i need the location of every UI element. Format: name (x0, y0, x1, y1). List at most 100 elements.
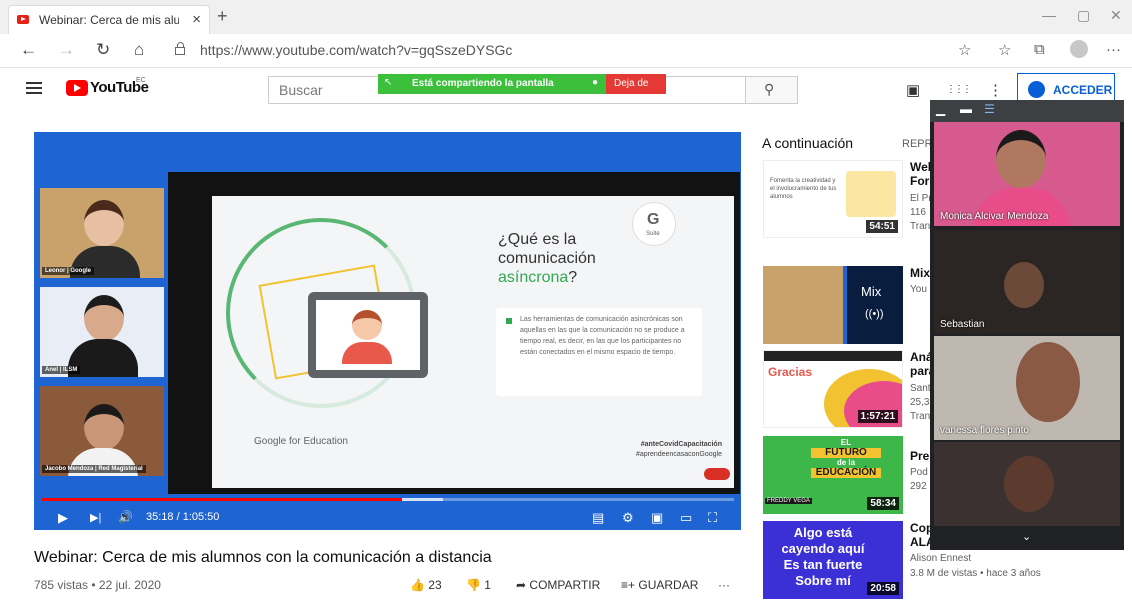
country-code: EC (136, 77, 146, 84)
shield-icon: ● (592, 77, 599, 88)
settings-gear-icon[interactable]: ⚙ (622, 510, 634, 526)
save-button[interactable]: ≡+ GUARDAR (621, 578, 698, 592)
url-field[interactable]: https://www.youtube.com/watch?v=gqSszeDY… (200, 42, 512, 58)
slide-title-green: asíncrona (498, 269, 569, 286)
thumbnail-3[interactable]: Gracias 1:57:21 (763, 350, 903, 428)
pointer-icon: ↖ (384, 77, 393, 88)
minimize-panel-icon[interactable]: ▁ (936, 102, 945, 116)
related-views-1: 116 (910, 207, 926, 218)
list-layout-icon[interactable]: ☰ (984, 102, 995, 116)
minimize-button[interactable]: — (1042, 7, 1056, 23)
collections-icon[interactable]: ⧉ (1034, 41, 1045, 58)
related-views-4: 292 (910, 481, 927, 492)
related-badge-3: Tran (910, 411, 931, 422)
thumbnail-2-image (763, 266, 843, 344)
subtitles-icon[interactable]: ▤ (592, 510, 604, 526)
participant-head (996, 130, 1046, 188)
speaker-head (84, 295, 124, 341)
refresh-button[interactable]: ↻ (96, 40, 110, 60)
thumbnail-4-line2: FUTURO (811, 448, 881, 458)
forward-button[interactable]: → (58, 40, 75, 60)
playlist-add-icon: ≡+ (621, 578, 636, 592)
settings-menu-icon[interactable]: ⋮ (988, 81, 1003, 99)
speaker-torso (68, 448, 138, 476)
gsuite-suite: Suite (646, 231, 660, 237)
thumbnail-5-text: Algo está cayendo aquí Es tan fuerte Sob… (781, 525, 865, 588)
thumbnail-1[interactable]: Fomenta la creatividad y el involucramie… (763, 160, 903, 238)
thumbnail-3-caption: Gracias (768, 365, 813, 379)
back-button[interactable]: ← (20, 40, 37, 60)
hamburger-menu-icon[interactable] (26, 82, 42, 94)
thumbnail-4-presenter: FREDDY VEGA (765, 498, 812, 504)
share-arrow-icon: ➦ (516, 578, 527, 592)
browser-menu-icon[interactable]: ··· (1106, 41, 1121, 58)
google-for-education-label: Google for Education (254, 436, 348, 447)
next-icon[interactable]: ▶| (90, 511, 101, 524)
fullscreen-icon[interactable]: ⛶ (708, 510, 717, 526)
participant-tile-1[interactable]: Monica Alcivar Mendoza (934, 122, 1120, 226)
browser-tab[interactable]: Webinar: Cerca de mis alumnos c × (8, 5, 210, 34)
tab-close-icon[interactable]: × (192, 11, 201, 28)
related-channel-2: You (910, 284, 927, 295)
tile-layout-icon[interactable]: ▬ (960, 102, 972, 116)
thumbnail-1-caption: Fomenta la creatividad y el involucramie… (770, 178, 837, 200)
slide-paragraph: Las herramientas de comunicación asincró… (496, 308, 702, 396)
thumbs-up-icon: 👍 (410, 578, 425, 592)
more-actions-button[interactable]: ··· (718, 578, 730, 592)
slide-hashtag-1: #anteCovidCapacitación (640, 441, 722, 448)
participant-head (1016, 342, 1080, 422)
related-badge-1: Tran (910, 221, 931, 232)
lock-icon (175, 42, 185, 55)
meet-participants-panel: ▁ ▬ ☰ Monica Alcivar Mendoza Sebastian v… (930, 100, 1124, 550)
slide-person-face (352, 310, 382, 340)
share-button[interactable]: ➦ COMPARTIR (516, 578, 600, 592)
new-tab-button[interactable]: + (217, 6, 228, 27)
slide-title: ¿Qué es la comunicación asíncrona? (498, 230, 638, 287)
speaker-head (84, 200, 124, 246)
youtube-logo-icon[interactable] (66, 80, 88, 96)
thumbnail-3-bar (764, 351, 902, 361)
theater-mode-icon[interactable]: ▭ (680, 510, 692, 526)
participant-name: vanessa flores pinto (940, 425, 1029, 436)
meet-panel-toolbar: ▁ ▬ ☰ (930, 100, 1124, 122)
participant-tile-3[interactable]: vanessa flores pinto (934, 336, 1120, 440)
favorites-bar-icon[interactable]: ☆ (998, 41, 1011, 59)
duration-badge: 58:34 (867, 497, 899, 510)
radio-icon: ((•)) (865, 308, 884, 320)
progress-buffered (401, 498, 444, 501)
favorite-star-icon[interactable]: ☆ (958, 41, 971, 59)
slide-hashtags: #anteCovidCapacitación #aprendeencasacon… (602, 440, 722, 460)
like-button[interactable]: 👍 23 (410, 578, 442, 592)
stop-sharing-button[interactable]: Deja de (606, 74, 666, 94)
chevron-down-icon[interactable]: ⌄ (1022, 530, 1031, 543)
slide-badge (704, 468, 730, 480)
home-button[interactable]: ⌂ (134, 40, 144, 60)
participant-head (1004, 262, 1044, 308)
maximize-button[interactable]: ▢ (1077, 7, 1090, 24)
speaker-head (84, 404, 124, 450)
participant-tile-4[interactable] (934, 442, 1120, 526)
close-window-button[interactable]: ✕ (1110, 7, 1122, 24)
account-icon (1028, 81, 1045, 98)
dislike-button[interactable]: 👎 1 (466, 578, 491, 592)
play-icon[interactable]: ▶ (58, 510, 68, 526)
thumbnail-4[interactable]: EL FUTURO de la EDUCACIÓN FREDDY VEGA 58… (763, 436, 903, 514)
slide-hashtag-2: #aprendeencasaconGoogle (635, 451, 722, 458)
save-label: GUARDAR (638, 578, 699, 592)
miniplayer-icon[interactable]: ▣ (651, 510, 663, 526)
browser-tab-bar: Webinar: Cerca de mis alumnos c × + — ▢ … (0, 0, 1132, 34)
participant-name: Sebastian (940, 319, 985, 330)
related-views-3: 25,3 (910, 397, 930, 408)
video-title: Webinar: Cerca de mis alumnos con la com… (34, 549, 492, 566)
search-button[interactable]: ⚲ (746, 76, 798, 104)
thumbnail-2[interactable]: Mix ((•)) (763, 266, 903, 344)
video-progress-bar[interactable] (42, 498, 734, 501)
apps-grid-icon[interactable]: ⋮⋮⋮ (946, 84, 972, 95)
duration-badge: 54:51 (866, 220, 898, 233)
volume-icon[interactable]: 🔊 (118, 510, 133, 524)
create-video-icon[interactable]: ▣ (906, 81, 920, 99)
participant-tile-2[interactable]: Sebastian (934, 230, 1120, 334)
dislike-count: 1 (484, 578, 491, 592)
thumbnail-5[interactable]: Algo está cayendo aquí Es tan fuerte Sob… (763, 521, 903, 599)
profile-avatar[interactable] (1070, 40, 1088, 58)
